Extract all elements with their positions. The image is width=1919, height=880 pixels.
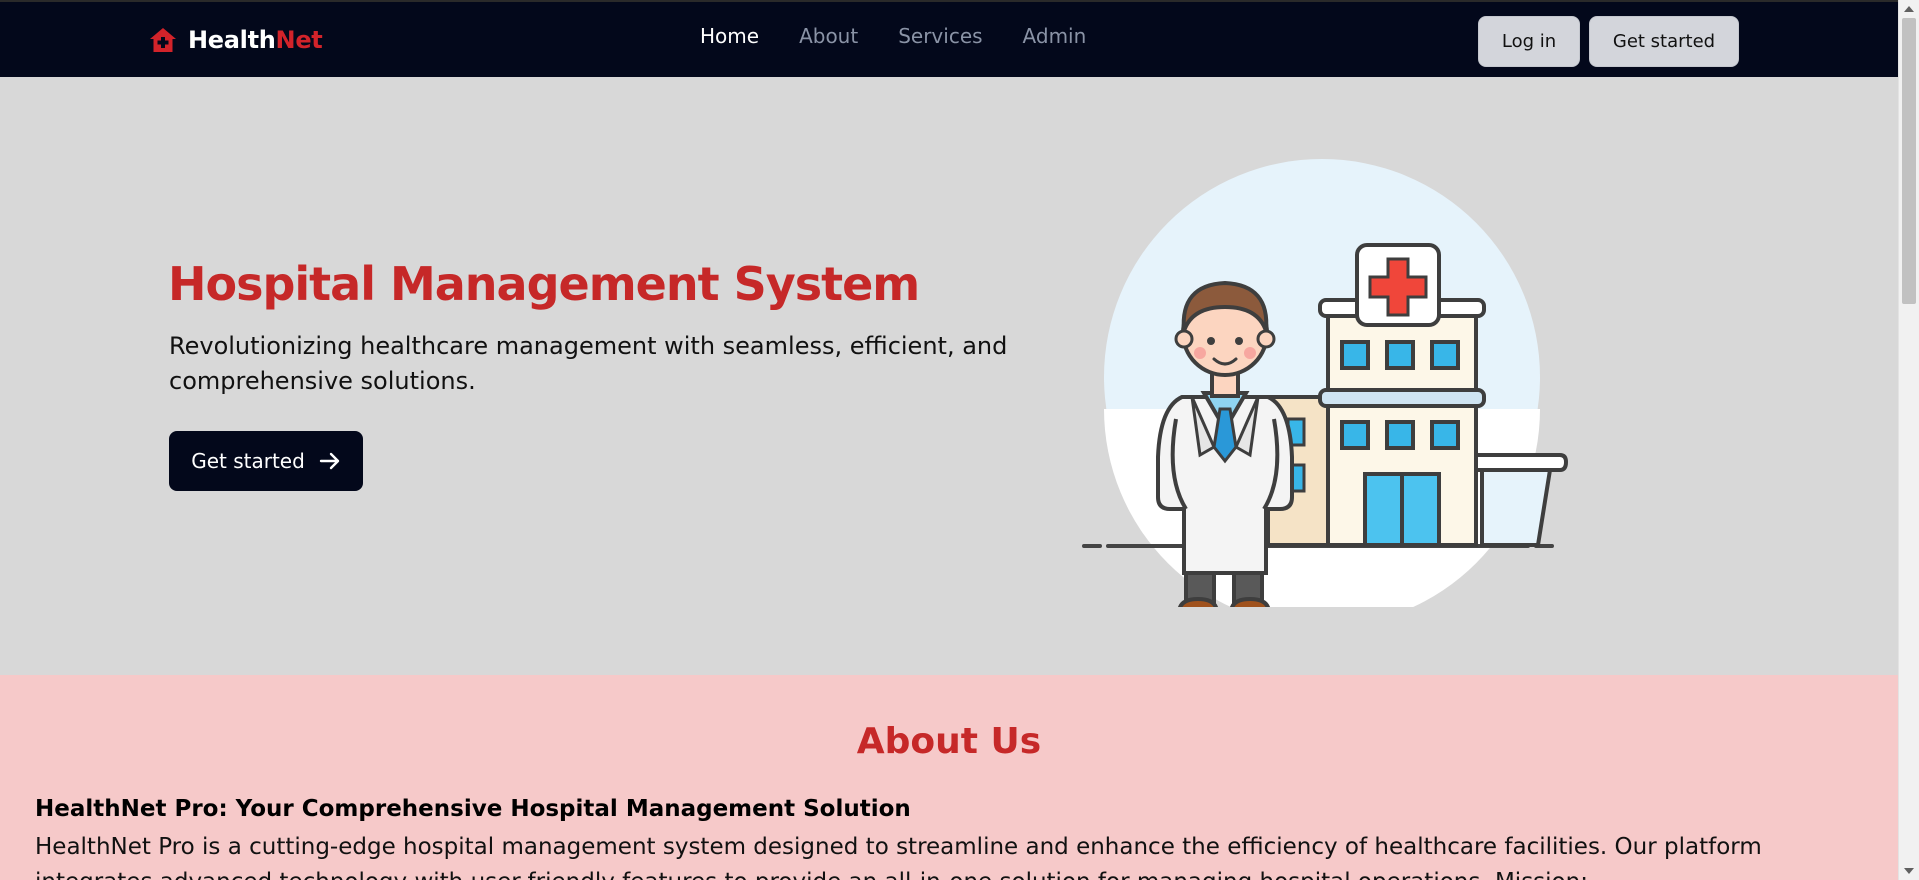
- hero-subtitle: Revolutionizing healthcare management wi…: [169, 332, 1008, 395]
- hero-title: Hospital Management System: [168, 257, 920, 311]
- nav-services[interactable]: Services: [898, 24, 982, 48]
- arrow-right-icon: [319, 452, 339, 470]
- scroll-up-icon[interactable]: [1904, 6, 1914, 12]
- main-nav: Home About Services Admin: [700, 24, 1086, 48]
- about-section: About Us HealthNet Pro: Your Comprehensi…: [0, 675, 1898, 880]
- brand-name-part1: Health: [188, 26, 276, 54]
- brand-logo[interactable]: HealthNet: [148, 22, 323, 58]
- hero-get-started-button[interactable]: Get started: [169, 431, 363, 491]
- hero-section: Hospital Management System Revolutionizi…: [0, 77, 1898, 675]
- brand-name-part2: Net: [275, 26, 323, 54]
- scroll-down-icon[interactable]: [1904, 868, 1914, 874]
- about-heading: HealthNet Pro: Your Comprehensive Hospit…: [35, 796, 911, 822]
- hero-cta-label: Get started: [191, 449, 305, 473]
- about-text: HealthNet Pro is a cutting-edge hospital…: [35, 834, 1762, 880]
- brand-name: HealthNet: [188, 26, 323, 54]
- page: HealthNet Home About Services Admin Log …: [0, 0, 1919, 880]
- nav-about[interactable]: About: [799, 24, 858, 48]
- nav-home[interactable]: Home: [700, 24, 759, 48]
- doctor-hospital-illustration: [1082, 159, 1569, 607]
- home-icon: [150, 28, 176, 52]
- about-title: About Us: [856, 721, 1042, 762]
- scrollbar-thumb[interactable]: [1902, 18, 1916, 304]
- top-navbar: HealthNet Home About Services Admin Log …: [0, 0, 1898, 77]
- nav-admin[interactable]: Admin: [1023, 24, 1087, 48]
- header-get-started-button[interactable]: Get started: [1589, 16, 1739, 67]
- page-scrollbar[interactable]: [1898, 0, 1919, 880]
- login-button[interactable]: Log in: [1478, 16, 1580, 67]
